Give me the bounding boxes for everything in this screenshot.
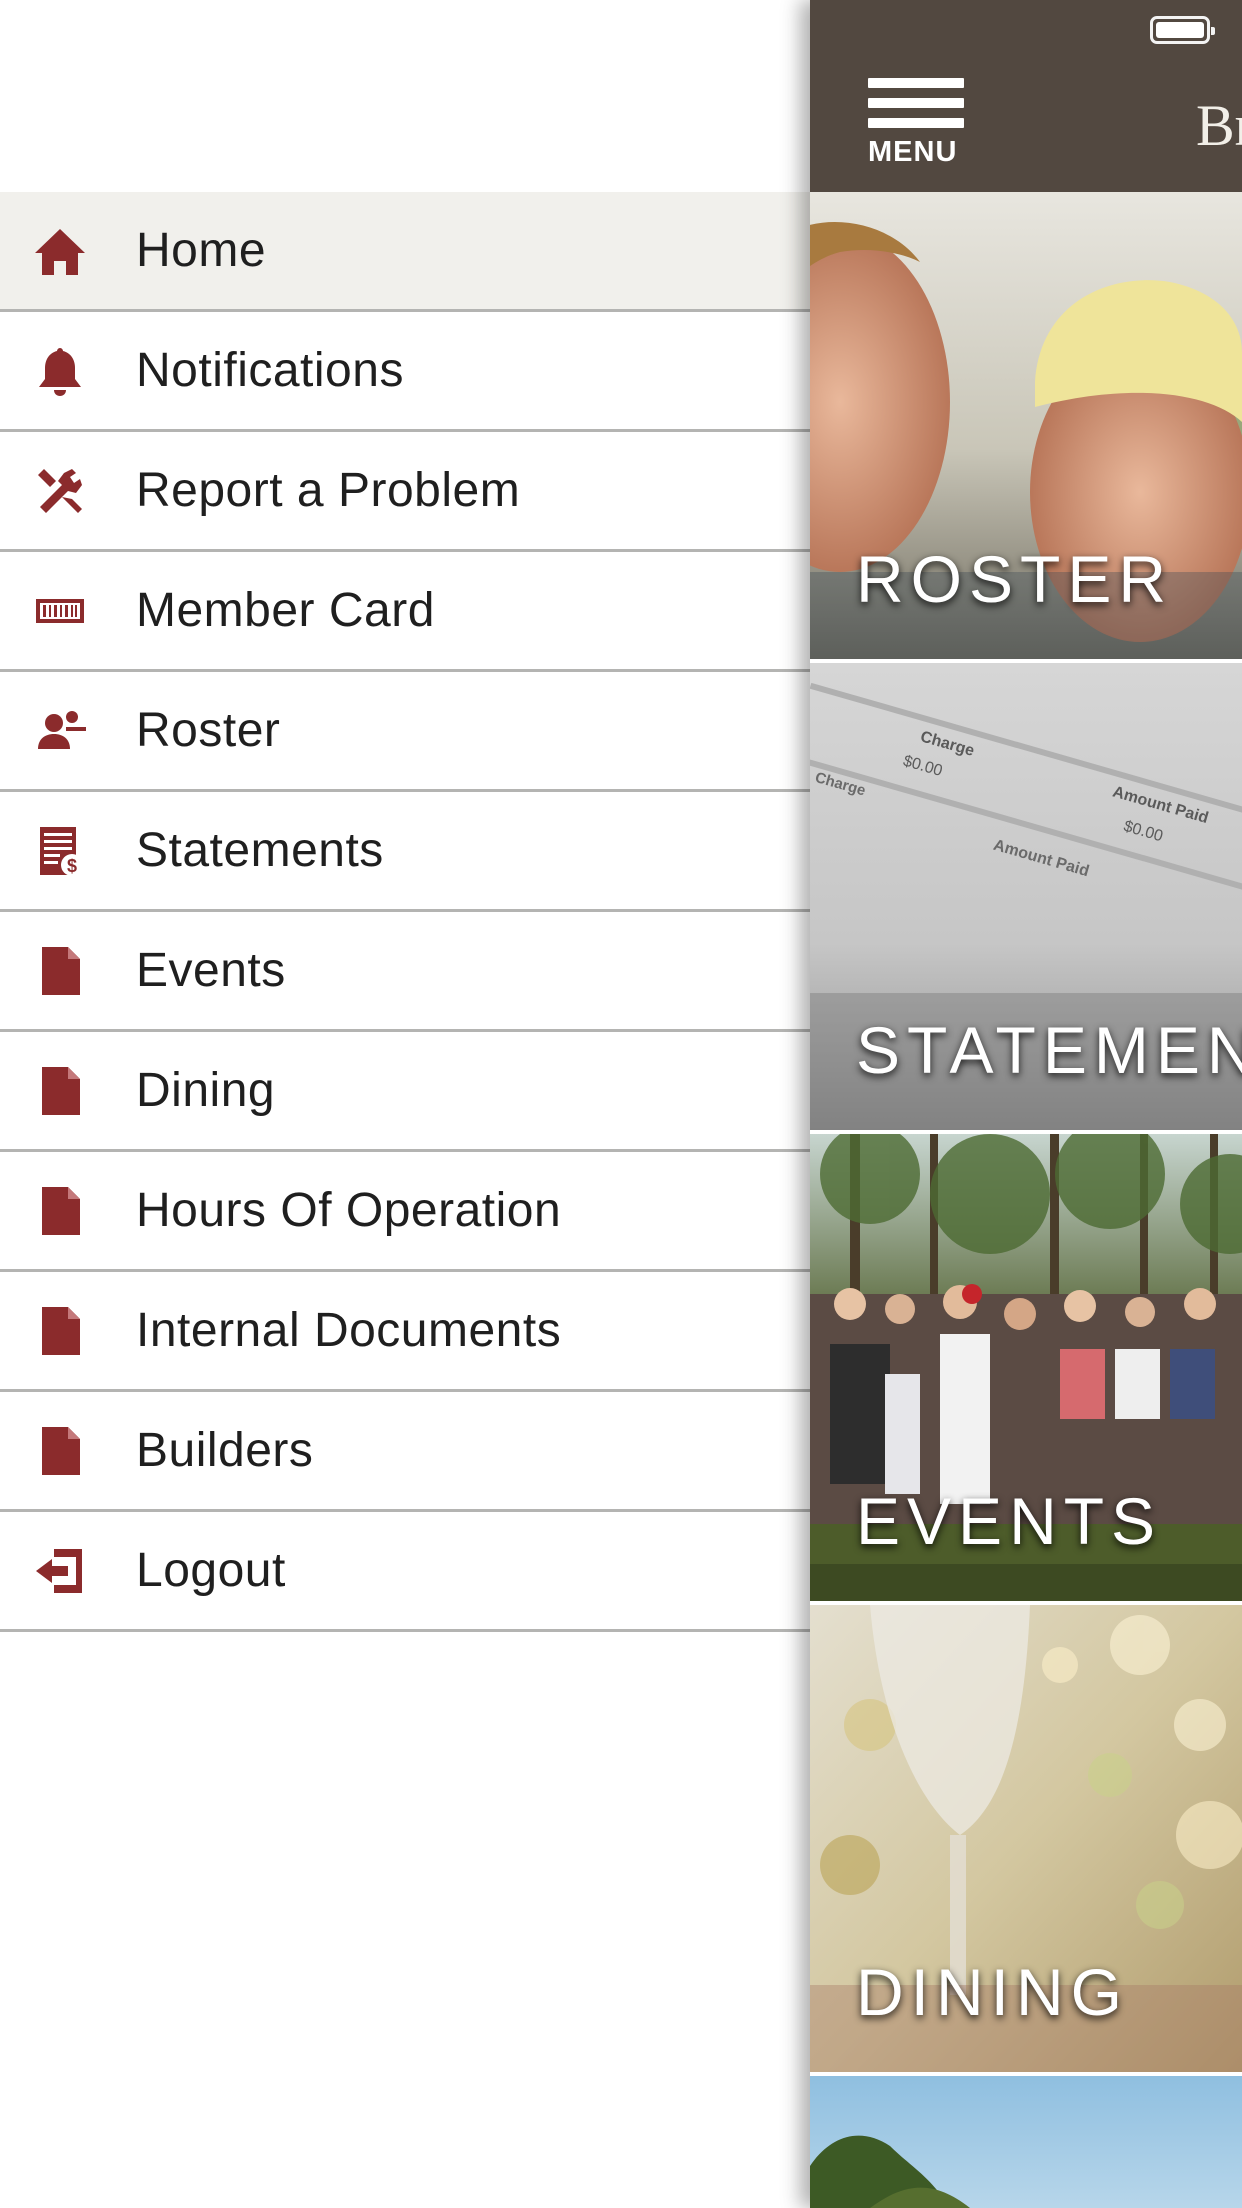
document-icon	[32, 1303, 88, 1359]
tile-next-partial[interactable]	[810, 2076, 1242, 2208]
bell-icon	[32, 343, 88, 399]
menu-item-events[interactable]: Events	[0, 912, 810, 1032]
home-icon	[32, 223, 88, 279]
menu-item-label: Builders	[136, 1424, 314, 1477]
brand-title: Br	[1196, 93, 1242, 158]
document-icon	[32, 1183, 88, 1239]
menu-item-hours-of-operation[interactable]: Hours Of Operation	[0, 1152, 810, 1272]
top-bar: MENU Br	[810, 0, 1242, 192]
menu-item-label: Events	[136, 944, 286, 997]
menu-item-dining[interactable]: Dining	[0, 1032, 810, 1152]
menu-item-report-problem[interactable]: Report a Problem	[0, 432, 810, 552]
tools-icon	[32, 463, 88, 519]
menu-item-label: Internal Documents	[136, 1304, 562, 1357]
main-content-panel: MENU Br ROSTER	[810, 0, 1242, 2208]
menu-button-label: MENU	[868, 136, 958, 168]
tile-caption: DINING	[856, 1955, 1129, 2029]
menu-item-builders[interactable]: Builders	[0, 1392, 810, 1512]
barcode-card-icon	[32, 583, 88, 639]
menu-item-member-card[interactable]: Member Card	[0, 552, 810, 672]
tile-events[interactable]: EVENTS	[810, 1134, 1242, 1601]
menu-item-label: Statements	[136, 824, 384, 877]
statement-icon: $	[32, 823, 88, 879]
hamburger-icon-bar	[868, 98, 964, 108]
hamburger-icon	[868, 78, 964, 88]
menu-item-internal-documents[interactable]: Internal Documents	[0, 1272, 810, 1392]
menu-item-home[interactable]: Home	[0, 192, 810, 312]
tile-statements[interactable]: Charge $0.00 Amount Paid $0.00 Charge Am…	[810, 663, 1242, 1130]
document-icon	[32, 1423, 88, 1479]
menu-item-logout[interactable]: Logout	[0, 1512, 810, 1632]
tile-roster[interactable]: ROSTER	[810, 192, 1242, 659]
svg-text:$: $	[67, 856, 77, 876]
tile-dining[interactable]: DINING	[810, 1605, 1242, 2072]
battery-icon	[1150, 16, 1215, 44]
menu-item-statements[interactable]: $ Statements	[0, 792, 810, 912]
document-icon	[32, 1063, 88, 1119]
menu-item-label: Dining	[136, 1064, 276, 1117]
menu-button[interactable]: MENU	[868, 78, 964, 169]
document-icon	[32, 943, 88, 999]
menu-item-label: Home	[136, 224, 267, 277]
menu-item-notifications[interactable]: Notifications	[0, 312, 810, 432]
drawer-menu: Home Notifications Report a Problem Memb…	[0, 192, 810, 1632]
menu-item-label: Notifications	[136, 344, 404, 397]
menu-item-label: Logout	[136, 1544, 286, 1597]
menu-item-roster[interactable]: Roster	[0, 672, 810, 792]
person-roster-icon	[32, 703, 88, 759]
tile-caption: STATEMENTS	[856, 1013, 1242, 1087]
logout-icon	[32, 1543, 88, 1599]
menu-item-label: Member Card	[136, 584, 435, 637]
menu-item-label: Report a Problem	[136, 464, 521, 517]
menu-item-label: Roster	[136, 704, 281, 757]
side-drawer: Home Notifications Report a Problem Memb…	[0, 0, 810, 2208]
tile-caption: ROSTER	[856, 542, 1174, 616]
menu-item-label: Hours Of Operation	[136, 1184, 562, 1237]
hamburger-icon-bar	[868, 118, 964, 128]
tile-caption: EVENTS	[856, 1484, 1163, 1558]
course-photo	[810, 2076, 1242, 2208]
